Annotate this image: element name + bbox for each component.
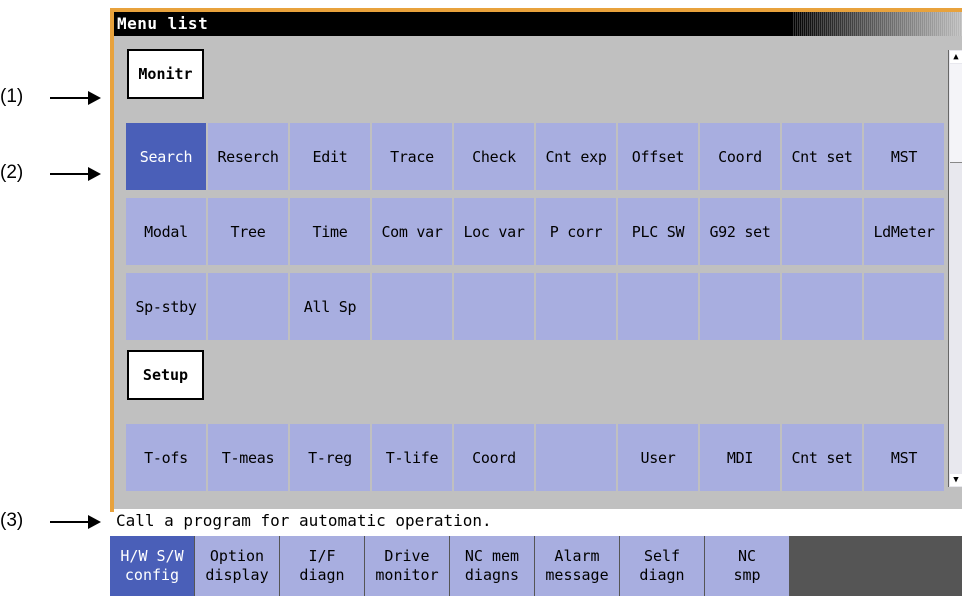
scroll-down-icon[interactable]: ▼ [950, 474, 962, 486]
menu-key-line: config [124, 566, 180, 584]
menu-key-alarm-message[interactable]: Alarm message [535, 536, 619, 596]
menu-key-empty [875, 536, 959, 596]
menu-item-com-var[interactable]: Com var [372, 198, 452, 265]
section-label-setup[interactable]: Setup [127, 350, 204, 400]
menu-item-search[interactable]: Search [126, 123, 206, 190]
menu-key-option-display[interactable]: Option display [195, 536, 279, 596]
arrow-icon [50, 521, 90, 523]
menu-item-cnt-set[interactable]: Cnt set [782, 123, 862, 190]
menu-item-empty [618, 273, 698, 340]
menu-item-g92-set[interactable]: G92 set [700, 198, 780, 265]
menu-key-line: diagn [299, 566, 345, 584]
menu-item-mst[interactable]: MST [864, 424, 944, 491]
menu-item-trace[interactable]: Trace [372, 123, 452, 190]
vertical-scrollbar[interactable]: ▲ ▼ [948, 50, 962, 487]
menu-item-p-corr[interactable]: P corr [536, 198, 616, 265]
menu-item-coord[interactable]: Coord [700, 123, 780, 190]
menu-item-t-meas[interactable]: T-meas [208, 424, 288, 491]
menu-item-tree[interactable]: Tree [208, 198, 288, 265]
monitr-menu-grid: Search Reserch Edit Trace Check Cnt exp … [126, 123, 944, 340]
menu-item-reserch[interactable]: Reserch [208, 123, 288, 190]
menu-key-nc-mem-diagns[interactable]: NC mem diagns [450, 536, 534, 596]
menu-key-line: H/W S/W [120, 547, 184, 565]
menu-key-if-diagn[interactable]: I/F diagn [280, 536, 364, 596]
menu-item-empty [864, 273, 944, 340]
menu-key-line: smp [733, 566, 761, 584]
title-bar: Menu list [114, 12, 962, 36]
menu-item-t-reg[interactable]: T-reg [290, 424, 370, 491]
menu-key-line: Self [643, 547, 681, 565]
menu-item-empty [536, 424, 616, 491]
menu-item-modal[interactable]: Modal [126, 198, 206, 265]
callout-label: (1) [0, 86, 24, 107]
menu-item-coord[interactable]: Coord [454, 424, 534, 491]
menu-item-cnt-exp[interactable]: Cnt exp [536, 123, 616, 190]
callout-3: (3) [0, 508, 108, 534]
menu-item-mst[interactable]: MST [864, 123, 944, 190]
status-message: Call a program for automatic operation. [114, 509, 962, 532]
menu-key-empty [790, 536, 874, 596]
menu-item-check[interactable]: Check [454, 123, 534, 190]
menu-key-line: message [545, 566, 609, 584]
menu-item-empty [454, 273, 534, 340]
menu-key-line: Drive [384, 547, 430, 565]
arrow-icon [50, 97, 90, 99]
menu-key-line: NC [737, 547, 757, 565]
menu-item-empty [536, 273, 616, 340]
menu-item-empty [208, 273, 288, 340]
menu-item-loc-var[interactable]: Loc var [454, 198, 534, 265]
menu-key-hw-sw-config[interactable]: H/W S/W config [110, 536, 194, 596]
setup-menu-grid: T-ofs T-meas T-reg T-life Coord User MDI… [126, 424, 944, 491]
menu-item-ldmeter[interactable]: LdMeter [864, 198, 944, 265]
section-label-monitr[interactable]: Monitr [127, 49, 204, 99]
menu-key-bar: H/W S/W config Option display I/F diagn … [110, 536, 962, 596]
menu-key-line: diagn [639, 566, 685, 584]
menu-key-line: Alarm [554, 547, 600, 565]
callout-label: (3) [0, 510, 24, 531]
menu-item-t-life[interactable]: T-life [372, 424, 452, 491]
scroll-up-icon[interactable]: ▲ [950, 51, 962, 63]
menu-item-empty [782, 273, 862, 340]
menu-item-all-sp[interactable]: All Sp [290, 273, 370, 340]
menu-item-edit[interactable]: Edit [290, 123, 370, 190]
window-title: Menu list [117, 14, 209, 33]
menu-key-line: display [205, 566, 269, 584]
menu-key-line: Option [209, 547, 265, 565]
menu-item-empty [782, 198, 862, 265]
menu-key-line: I/F [308, 547, 336, 565]
menu-item-user[interactable]: User [618, 424, 698, 491]
menu-item-cnt-set[interactable]: Cnt set [782, 424, 862, 491]
menu-key-line: monitor [375, 566, 439, 584]
callout-label: (2) [0, 162, 24, 183]
arrow-icon [50, 173, 90, 175]
menu-key-self-diagn[interactable]: Self diagn [620, 536, 704, 596]
scroll-thumb[interactable] [950, 64, 962, 163]
menu-key-line: diagns [464, 566, 520, 584]
menu-item-t-ofs[interactable]: T-ofs [126, 424, 206, 491]
menu-item-time[interactable]: Time [290, 198, 370, 265]
callout-2: (2) [0, 160, 108, 186]
callout-1: (1) [0, 84, 108, 110]
menu-item-sp-stby[interactable]: Sp-stby [126, 273, 206, 340]
menu-item-offset[interactable]: Offset [618, 123, 698, 190]
menu-key-drive-monitor[interactable]: Drive monitor [365, 536, 449, 596]
menu-key-nc-smp[interactable]: NC smp [705, 536, 789, 596]
menu-item-empty [372, 273, 452, 340]
menu-item-mdi[interactable]: MDI [700, 424, 780, 491]
menu-item-plc-sw[interactable]: PLC SW [618, 198, 698, 265]
menu-key-line: NC mem [464, 547, 520, 565]
menu-item-empty [700, 273, 780, 340]
